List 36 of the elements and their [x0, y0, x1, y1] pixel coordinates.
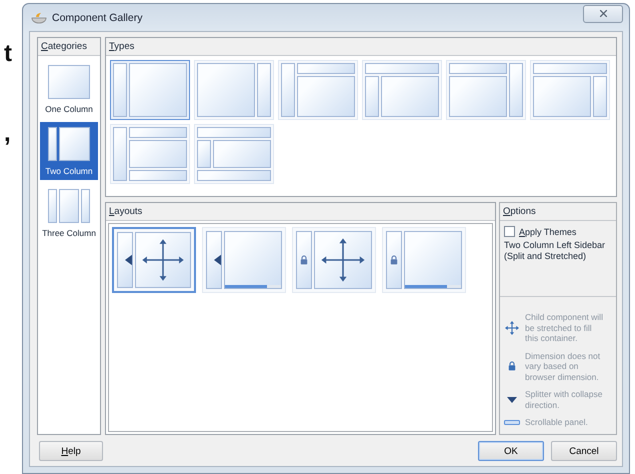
panel-header: Categories [38, 38, 100, 56]
app-icon [31, 12, 47, 24]
ok-button[interactable]: OK [478, 441, 544, 461]
help-button[interactable]: Help [39, 441, 103, 461]
close-icon [600, 10, 606, 17]
apply-themes-checkbox[interactable] [504, 226, 515, 237]
legend-text: Splitter with collapse direction. [525, 389, 604, 410]
panel-header: Layouts [106, 203, 495, 221]
stretch-arrows-icon [319, 236, 367, 284]
background-text: , [3, 120, 12, 148]
legend-text: Child component will be stretched to fill this container. [525, 312, 604, 344]
checkbox-label: Apply Themes [519, 226, 576, 236]
window-title: Component Gallery [52, 12, 142, 24]
stretch-arrows-icon [140, 237, 186, 283]
cancel-button[interactable]: Cancel [551, 441, 617, 461]
splitter-triangle-icon [125, 254, 132, 266]
layout-description: Two Column Left Sidebar (Split and Stretched) [503, 240, 606, 263]
lock-icon [508, 361, 516, 372]
splitter-triangle-icon [214, 254, 221, 266]
layout-option[interactable] [112, 227, 196, 293]
triangle-icon [507, 396, 517, 402]
panel-header: Types [106, 38, 616, 56]
lock-icon [390, 255, 398, 265]
lock-icon [300, 255, 308, 265]
scrollbar-icon [405, 285, 461, 288]
stretch-arrows-icon [505, 320, 519, 335]
close-button[interactable] [583, 4, 623, 22]
layout-type-option[interactable] [110, 60, 190, 120]
category-item[interactable]: One Column [40, 60, 98, 118]
scrollbar-icon [225, 285, 281, 288]
scrollbar-icon [504, 420, 520, 425]
legend-text: Scrollable panel. [525, 417, 589, 428]
legend-text: Dimension does not vary based on browser dimension. [525, 350, 602, 382]
background-text: t [3, 40, 13, 68]
category-item[interactable]: Three Column [40, 184, 98, 242]
category-item[interactable]: Two Column [40, 122, 98, 180]
